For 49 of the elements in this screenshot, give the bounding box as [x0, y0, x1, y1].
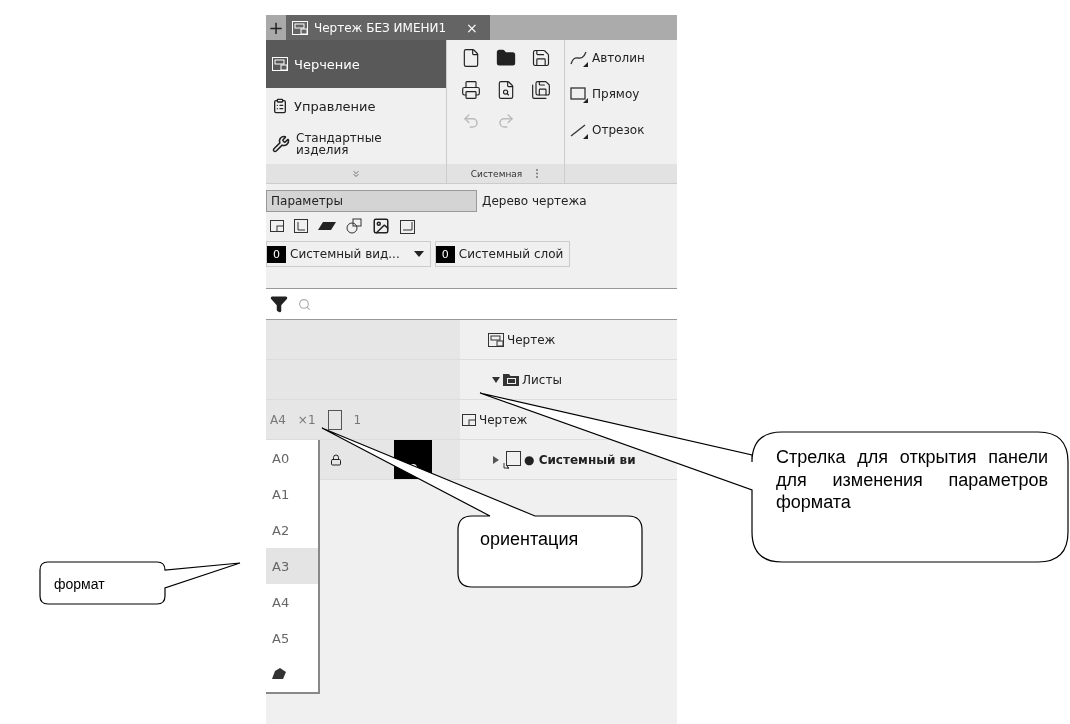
view-frame-icon	[503, 450, 521, 469]
panel-tab[interactable]: Параметры	[266, 190, 477, 212]
command-button[interactable]: Прямоу	[565, 76, 677, 112]
shapes-icon[interactable]	[346, 218, 362, 234]
dimension-icon[interactable]	[400, 218, 416, 234]
document-tab[interactable]: Чертеж БЕЗ ИМЕНИ1 ×	[286, 15, 490, 40]
expanded-arrow-icon[interactable]	[492, 375, 500, 384]
grip-icon	[536, 169, 541, 178]
sheet-icon	[462, 413, 476, 426]
filter-icon[interactable]	[270, 295, 288, 313]
callout-text: Стрелка для открытия панели для изменения параметров формата	[776, 446, 1048, 514]
pencil-icon	[272, 667, 286, 679]
image-icon[interactable]	[372, 217, 390, 235]
save-as-icon[interactable]	[530, 80, 551, 100]
sheet-icon	[270, 220, 284, 232]
printer-icon[interactable]	[460, 80, 481, 100]
spline-icon	[569, 49, 589, 67]
scale-value: ×1	[297, 412, 316, 427]
format-value[interactable]: A4	[270, 412, 286, 427]
group-label: Системная	[470, 168, 523, 179]
save-icon[interactable]	[530, 48, 551, 68]
parallelogram-icon[interactable]	[318, 222, 336, 230]
rectangle-icon	[569, 85, 589, 103]
collapsed-arrow-icon[interactable]	[492, 455, 500, 464]
callout-text: формат	[54, 575, 105, 594]
command-button[interactable]: Автолин	[565, 40, 677, 76]
folder-icon[interactable]	[495, 48, 516, 68]
tree-item-label[interactable]: Чертеж	[507, 332, 556, 347]
command-button[interactable]: Отрезок	[565, 112, 677, 148]
format-option[interactable]: A3	[266, 548, 318, 584]
drawing-icon	[488, 332, 504, 347]
drawing-icon	[272, 57, 288, 71]
folder-icon	[503, 373, 519, 386]
mode-button[interactable]: Черчение	[266, 40, 446, 88]
local-cs-icon[interactable]	[294, 219, 308, 233]
lock-icon[interactable]	[330, 453, 342, 466]
close-button[interactable]: ×	[466, 19, 478, 36]
drawing-icon	[292, 20, 308, 35]
dropdown-arrow-icon	[413, 251, 424, 257]
layer-selector[interactable]: 0 Системный слой	[434, 241, 571, 267]
sheet-count: 1	[353, 412, 362, 427]
clipboard-icon	[272, 98, 288, 114]
tree-item-label[interactable]: ● Системный ви	[524, 452, 636, 467]
tree-item-label[interactable]: Листы	[522, 372, 562, 387]
callout-text: ориентация	[480, 528, 579, 551]
tree-item-label[interactable]: Чертеж	[479, 412, 528, 427]
view-selector[interactable]: 0 Системный вид...	[266, 241, 431, 267]
portrait-orientation-icon[interactable]	[327, 409, 342, 430]
wrench-icon	[272, 135, 290, 153]
